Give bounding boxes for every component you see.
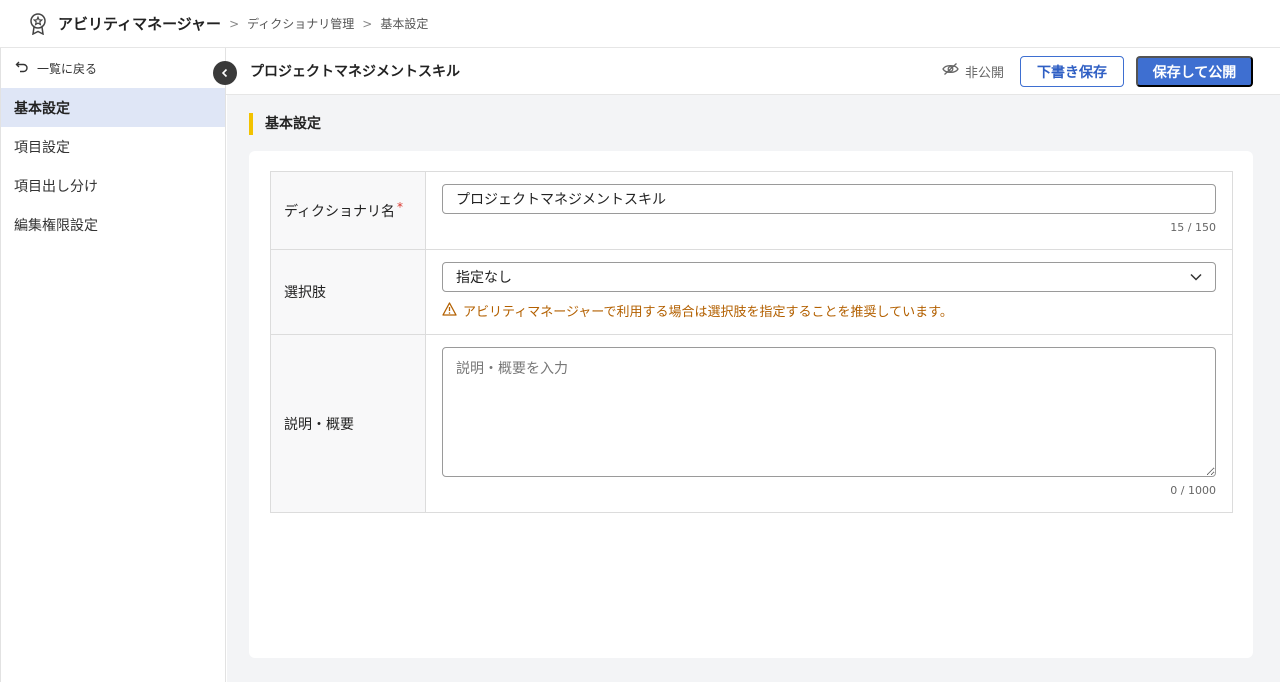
- description-textarea[interactable]: [442, 347, 1216, 477]
- sidebar: 一覧に戻る 基本設定 項目設定 項目出し分け 編集権限設定: [0, 48, 226, 682]
- sidebar-item-field-visibility[interactable]: 項目出し分け: [1, 166, 225, 205]
- top-bar: アビリティマネージャー > ディクショナリ管理 > 基本設定: [0, 0, 1280, 48]
- dictionary-name-label-cell: ディクショナリ名 *: [271, 172, 426, 249]
- form-card: ディクショナリ名* 15 / 150 選択肢 指定なし: [249, 151, 1253, 658]
- save-draft-button[interactable]: 下書き保存: [1020, 56, 1124, 87]
- choices-label: 選択肢: [271, 250, 426, 334]
- description-label: 説明・概要: [271, 335, 426, 512]
- dictionary-name-counter: 15 / 150: [1170, 221, 1216, 234]
- dictionary-name-label: ディクショナリ名: [284, 203, 396, 220]
- dictionary-name-value-cell: 15 / 150: [426, 172, 1232, 249]
- description-counter: 0 / 1000: [1170, 484, 1216, 497]
- undo-arrow-icon: [15, 59, 29, 77]
- page-header: プロジェクトマネジメントスキル 非公開 下書き保存 保存して公開: [226, 48, 1280, 95]
- choices-value-cell: 指定なし アビリティマネージャーで利用する場合は選択肢を指定することを推奨してい…: [426, 250, 1232, 334]
- chevron-right-icon: >: [362, 16, 373, 31]
- visibility-status: 非公開: [942, 62, 1004, 81]
- back-label: 一覧に戻る: [37, 61, 98, 76]
- chevron-down-icon: [1190, 269, 1202, 285]
- choices-warning: アビリティマネージャーで利用する場合は選択肢を指定することを推奨しています。: [442, 301, 1216, 320]
- chevron-left-icon: [221, 68, 228, 78]
- award-icon: [28, 12, 48, 35]
- breadcrumb-current: 基本設定: [380, 17, 429, 31]
- row-dictionary-name: ディクショナリ名* 15 / 150: [271, 172, 1232, 250]
- form-table: ディクショナリ名* 15 / 150 選択肢 指定なし: [270, 171, 1233, 513]
- breadcrumb-dictionary[interactable]: ディクショナリ管理: [247, 15, 354, 32]
- sidebar-item-basic[interactable]: 基本設定: [1, 88, 225, 127]
- row-choices: 選択肢 指定なし アビリティマネージャーで利用する場合は選択肢を指定することを推…: [271, 250, 1232, 335]
- dictionary-name-input[interactable]: [442, 184, 1216, 214]
- main-content: 基本設定 ディクショナリ名* 15 / 150 選択肢 指定なし: [227, 95, 1280, 682]
- warning-text: アビリティマネージャーで利用する場合は選択肢を指定することを推奨しています。: [463, 305, 953, 320]
- choices-selected-value: 指定なし: [456, 270, 512, 286]
- section-title: 基本設定: [249, 113, 321, 135]
- page-title: プロジェクトマネジメントスキル: [250, 64, 460, 80]
- warning-icon: [442, 301, 457, 320]
- required-mark: *: [397, 199, 404, 214]
- choices-select[interactable]: 指定なし: [442, 262, 1216, 292]
- description-value-cell: 0 / 1000: [426, 335, 1232, 512]
- sidebar-item-fields[interactable]: 項目設定: [1, 127, 225, 166]
- back-to-list-link[interactable]: 一覧に戻る: [1, 48, 225, 88]
- row-description: 説明・概要 0 / 1000: [271, 335, 1232, 512]
- status-label: 非公開: [965, 65, 1005, 81]
- app-name[interactable]: アビリティマネージャー: [58, 13, 221, 34]
- save-publish-button[interactable]: 保存して公開: [1136, 56, 1253, 87]
- eye-off-icon: [942, 62, 959, 80]
- chevron-right-icon: >: [229, 16, 240, 31]
- sidebar-item-permissions[interactable]: 編集権限設定: [1, 205, 225, 244]
- collapse-sidebar-button[interactable]: [213, 61, 237, 85]
